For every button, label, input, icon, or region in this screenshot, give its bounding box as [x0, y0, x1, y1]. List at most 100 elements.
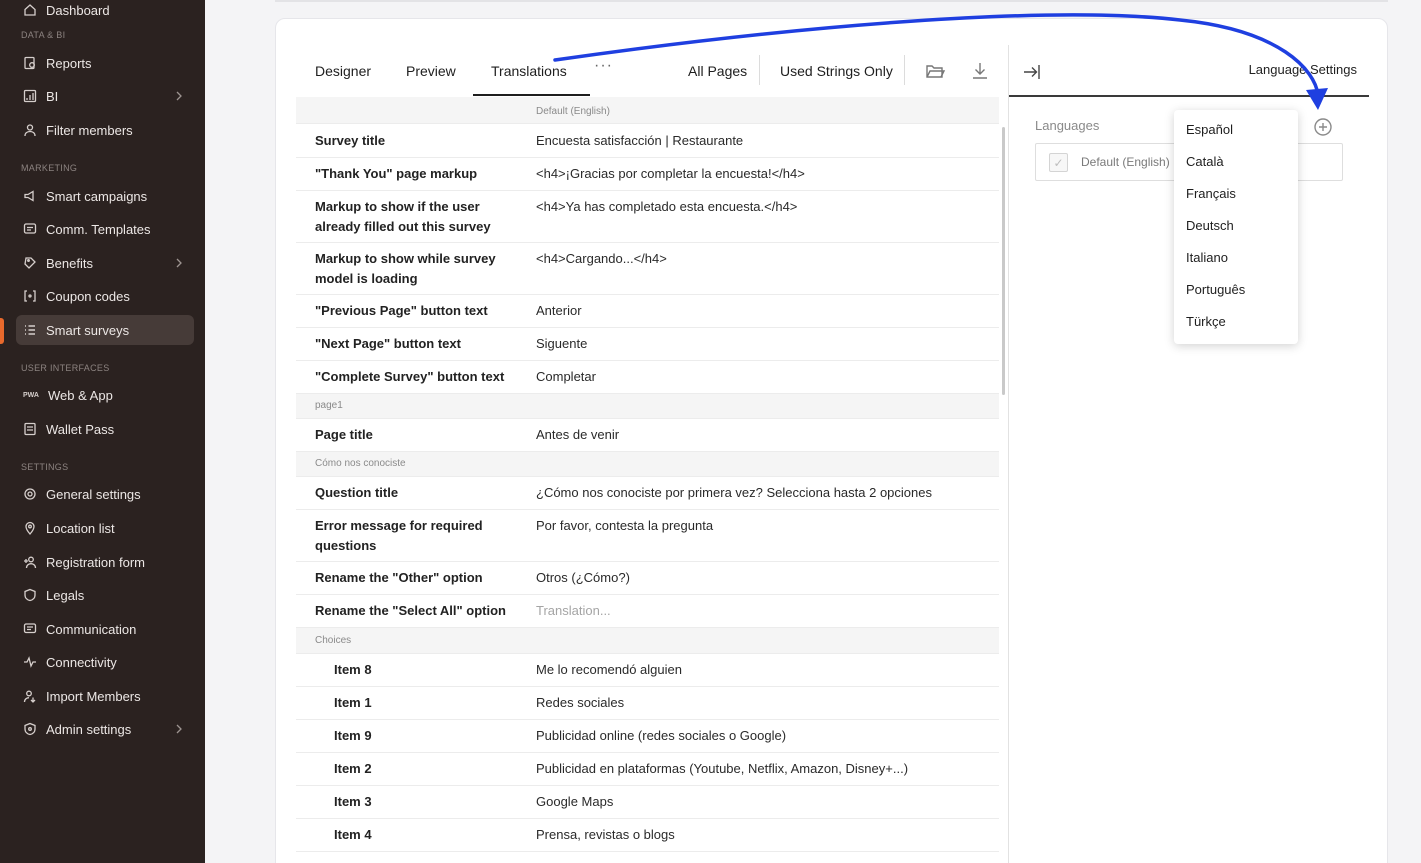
all-pages-dropdown[interactable]: All Pages — [688, 63, 747, 79]
gear-icon — [22, 486, 38, 502]
table-scrollbar[interactable] — [1002, 127, 1005, 395]
table-row: Markup to show while survey model is loa… — [296, 243, 999, 295]
toolbar-divider — [759, 55, 760, 85]
sidebar-item-dashboard[interactable]: Dashboard — [16, 0, 194, 25]
sidebar-item-connectivity[interactable]: Connectivity — [16, 647, 194, 677]
sidebar-item-label: Smart campaigns — [46, 188, 148, 204]
translation-cell[interactable]: Anterior — [536, 301, 582, 321]
table-row: Rename the "Select All" option Translati… — [296, 595, 999, 628]
translation-cell[interactable]: Antes de venir — [536, 425, 619, 445]
add-language-icon[interactable] — [1313, 117, 1333, 137]
location-icon — [22, 520, 38, 536]
translation-cell[interactable]: Completar — [536, 367, 596, 387]
sidebar-section-marketing: MARKETING — [21, 163, 78, 173]
active-indicator — [0, 318, 4, 344]
more-options-button[interactable]: ··· — [594, 57, 613, 75]
sidebar-section-data-bi: DATA & BI — [21, 30, 66, 40]
sidebar-section-settings: SETTINGS — [21, 462, 69, 472]
translation-cell[interactable]: Otros (¿Cómo?) — [536, 568, 630, 588]
translation-cell[interactable]: Encuesta satisfacción | Restaurante — [536, 131, 743, 151]
home-icon — [22, 2, 38, 18]
sidebar-item-smart-surveys[interactable]: Smart surveys — [16, 315, 194, 345]
sidebar-item-comm-templates[interactable]: Comm. Templates — [16, 214, 194, 244]
language-dropdown: Español Català Français Deutsch Italiano… — [1174, 110, 1298, 344]
translation-cell[interactable]: <h4>¡Gracias por completar la encuesta!<… — [536, 164, 805, 184]
sidebar-item-general-settings[interactable]: General settings — [16, 479, 194, 509]
row-label: Error message for required questions — [315, 518, 483, 553]
sidebar-item-filter-members[interactable]: Filter members — [16, 115, 194, 145]
sidebar-item-web-app[interactable]: PWA Web & App — [16, 380, 194, 410]
language-option-fr[interactable]: Français — [1186, 186, 1236, 201]
sidebar-item-label: Import Members — [46, 688, 141, 704]
translation-cell[interactable]: Siguente — [536, 334, 587, 354]
translation-cell[interactable]: Google Maps — [536, 792, 613, 812]
translation-cell[interactable]: Por favor, contesta la pregunta — [536, 516, 713, 536]
sidebar-item-smart-campaigns[interactable]: Smart campaigns — [16, 181, 194, 211]
sidebar-item-label: Comm. Templates — [46, 221, 151, 237]
sidebar-item-label: Benefits — [46, 255, 93, 271]
sidebar-item-label: Legals — [46, 587, 85, 603]
tab-designer[interactable]: Designer — [315, 63, 371, 79]
sidebar-item-label: Admin settings — [46, 721, 132, 737]
translation-cell[interactable]: <h4>Cargando...</h4> — [536, 249, 667, 269]
row-label: Item 1 — [334, 695, 372, 710]
download-icon[interactable] — [969, 60, 991, 82]
checkbox-icon[interactable]: ✓ — [1049, 153, 1068, 172]
sidebar-item-bi[interactable]: BI — [16, 81, 194, 111]
panel-title: Language Settings — [1248, 62, 1357, 77]
tab-translations[interactable]: Translations — [491, 63, 567, 79]
sidebar-item-label: Wallet Pass — [46, 421, 115, 437]
table-header-row: Default (English) — [296, 97, 999, 124]
message-icon — [22, 621, 38, 637]
table-row: "Complete Survey" button text Completar — [296, 361, 999, 394]
default-language-column: Default (English) — [536, 106, 610, 117]
table-row: Error message for required questions Por… — [296, 510, 999, 562]
language-name: Default (English) — [1081, 155, 1170, 169]
collapse-panel-icon[interactable] — [1021, 61, 1043, 83]
translation-cell[interactable]: Redes sociales — [536, 693, 624, 713]
translation-cell[interactable]: ¿Cómo nos conociste por primera vez? Sel… — [536, 483, 932, 503]
row-label: Markup to show while survey model is loa… — [315, 251, 496, 286]
coupon-icon — [22, 288, 38, 304]
tab-preview[interactable]: Preview — [406, 63, 456, 79]
sidebar-item-label: Reports — [46, 55, 92, 71]
section-header-row: page1 — [296, 394, 999, 419]
sidebar-item-coupon-codes[interactable]: Coupon codes — [16, 281, 194, 311]
sidebar-item-admin-settings[interactable]: Admin settings — [16, 714, 194, 744]
section-header-row: Cómo nos conociste — [296, 452, 999, 477]
sidebar-item-wallet-pass[interactable]: Wallet Pass — [16, 414, 194, 444]
language-option-es[interactable]: Español — [1186, 122, 1233, 137]
table-row: Rename the "Other" option Otros (¿Cómo?) — [296, 562, 999, 595]
row-label: Item 9 — [334, 728, 372, 743]
table-row: "Previous Page" button text Anterior — [296, 295, 999, 328]
user-filter-icon — [22, 122, 38, 138]
translation-cell[interactable]: Publicidad en plataformas (Youtube, Netf… — [536, 759, 908, 779]
row-label: Item 2 — [334, 761, 372, 776]
sidebar-item-import-members[interactable]: Import Members — [16, 681, 194, 711]
table-row: Item 4 Prensa, revistas o blogs — [296, 819, 999, 852]
language-option-pt[interactable]: Português — [1186, 282, 1245, 297]
row-label: "Thank You" page markup — [315, 166, 478, 181]
template-icon — [22, 221, 38, 237]
language-option-tr[interactable]: Türkçe — [1186, 314, 1226, 329]
language-option-ca[interactable]: Català — [1186, 154, 1224, 169]
sidebar-item-reports[interactable]: Reports — [16, 48, 194, 78]
sidebar-item-location-list[interactable]: Location list — [16, 513, 194, 543]
sidebar-item-registration-form[interactable]: Registration form — [16, 547, 194, 577]
translation-input[interactable]: Translation... — [536, 601, 611, 621]
sidebar-item-legals[interactable]: Legals — [16, 580, 194, 610]
sidebar-item-communication[interactable]: Communication — [16, 614, 194, 644]
row-label: Item 8 — [334, 662, 372, 677]
language-option-it[interactable]: Italiano — [1186, 250, 1228, 265]
used-strings-toggle[interactable]: Used Strings Only — [780, 63, 893, 79]
table-row: Page title Antes de venir — [296, 419, 999, 452]
sidebar-item-benefits[interactable]: Benefits — [16, 248, 194, 278]
language-option-de[interactable]: Deutsch — [1186, 218, 1234, 233]
translation-cell[interactable]: Prensa, revistas o blogs — [536, 825, 675, 845]
sidebar-item-label: Connectivity — [46, 654, 117, 670]
row-label: Survey title — [315, 133, 386, 148]
translation-cell[interactable]: <h4>Ya has completado esta encuesta.</h4… — [536, 197, 797, 217]
translation-cell[interactable]: Me lo recomendó alguien — [536, 660, 682, 680]
translation-cell[interactable]: Publicidad online (redes sociales o Goog… — [536, 726, 786, 746]
folder-open-icon[interactable] — [924, 60, 946, 82]
